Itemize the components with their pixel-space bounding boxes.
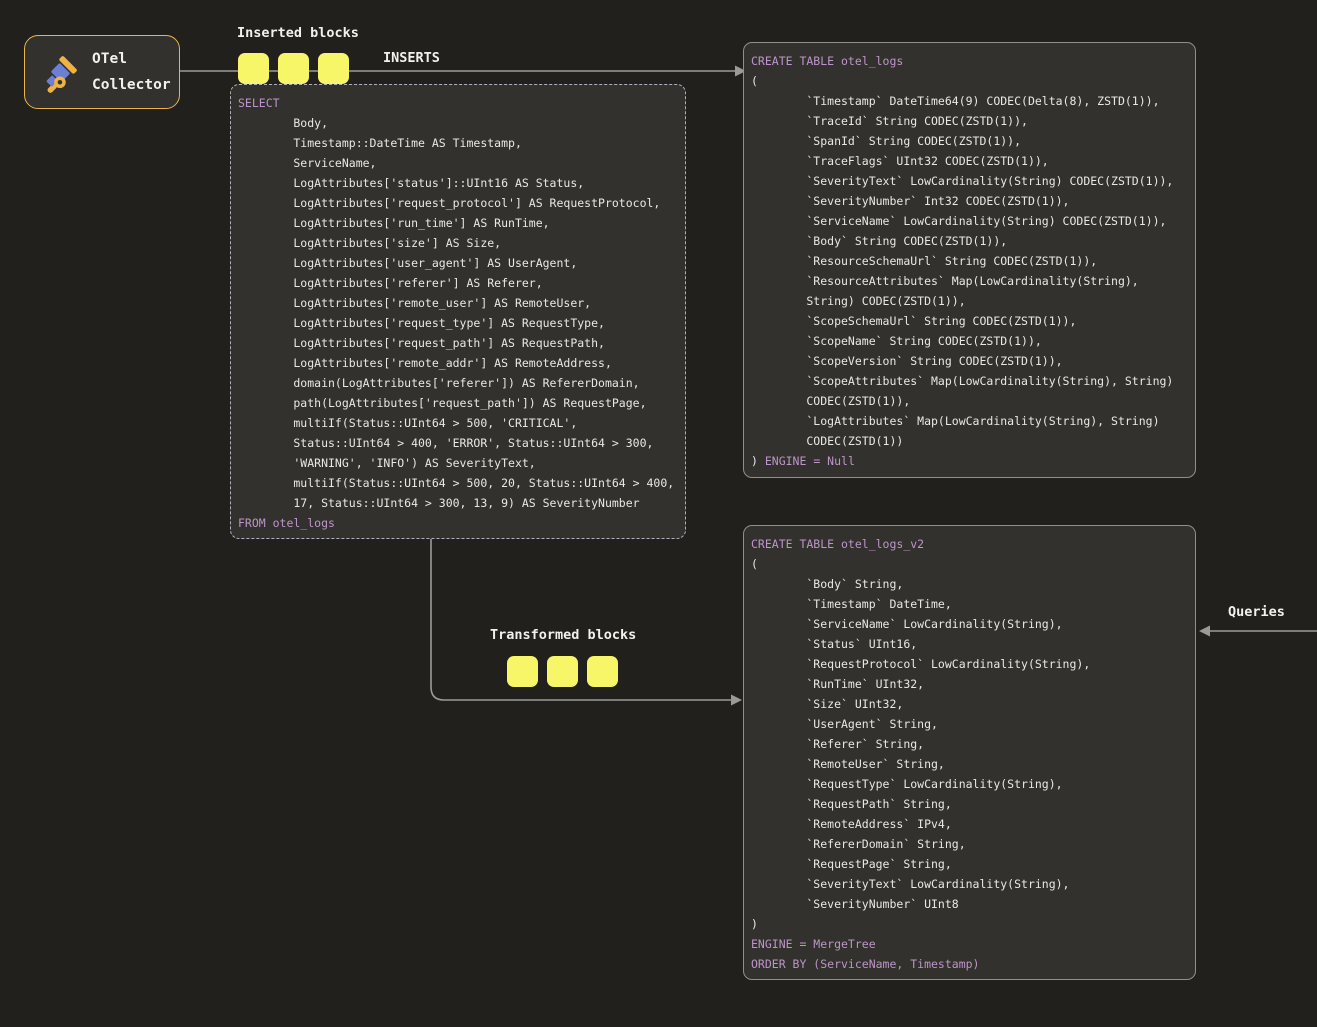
code-line: LogAttributes['status']::UInt16 AS Statu… bbox=[238, 173, 677, 193]
code-line: ( bbox=[751, 71, 1187, 91]
code-line: LogAttributes['request_path'] AS Request… bbox=[238, 333, 677, 353]
code-line: domain(LogAttributes['referer']) AS Refe… bbox=[238, 373, 677, 393]
data-block bbox=[587, 656, 618, 687]
code-line: `SpanId` String CODEC(ZSTD(1)), bbox=[751, 131, 1187, 151]
code-line: CODEC(ZSTD(1)) bbox=[751, 431, 1187, 451]
code-line: `Body` String CODEC(ZSTD(1)), bbox=[751, 231, 1187, 251]
code-line: multiIf(Status::UInt64 > 500, 20, Status… bbox=[238, 473, 677, 493]
code-line: ) bbox=[751, 914, 1187, 934]
code-line: FROM otel_logs bbox=[238, 513, 677, 533]
data-block bbox=[318, 53, 349, 84]
code-line: ENGINE = MergeTree bbox=[751, 934, 1187, 954]
data-block bbox=[278, 53, 309, 84]
code-line: Body, bbox=[238, 113, 677, 133]
code-line: `Timestamp` DateTime64(9) CODEC(Delta(8)… bbox=[751, 91, 1187, 111]
code-line: LogAttributes['remote_addr'] AS RemoteAd… bbox=[238, 353, 677, 373]
code-line: `TraceId` String CODEC(ZSTD(1)), bbox=[751, 111, 1187, 131]
code-line: `ServiceName` LowCardinality(String), bbox=[751, 614, 1187, 634]
transform-arrowhead bbox=[731, 695, 742, 706]
create-table-otel-logs-v2-box: CREATE TABLE otel_logs_v2( `Body` String… bbox=[743, 525, 1196, 980]
diagram-canvas: OTel Collector Inserted blocks INSERTS S… bbox=[0, 0, 1317, 1027]
otel-collector-label-line2: Collector bbox=[92, 72, 171, 98]
code-line: `Status` UInt16, bbox=[751, 634, 1187, 654]
otel-collector-label: OTel Collector bbox=[92, 46, 171, 98]
code-line: `SeverityText` LowCardinality(String), bbox=[751, 874, 1187, 894]
code-line: CREATE TABLE otel_logs_v2 bbox=[751, 534, 1187, 554]
code-line: `Body` String, bbox=[751, 574, 1187, 594]
code-line: `RunTime` UInt32, bbox=[751, 674, 1187, 694]
code-line: 17, Status::UInt64 > 300, 13, 9) AS Seve… bbox=[238, 493, 677, 513]
telescope-icon bbox=[36, 47, 86, 97]
code-line: LogAttributes['user_agent'] AS UserAgent… bbox=[238, 253, 677, 273]
code-line: `ScopeAttributes` Map(LowCardinality(Str… bbox=[751, 371, 1187, 391]
queries-arrowhead bbox=[1199, 626, 1210, 637]
code-line: path(LogAttributes['request_path']) AS R… bbox=[238, 393, 677, 413]
transformed-blocks-label: Transformed blocks bbox=[490, 627, 636, 643]
code-line: LogAttributes['referer'] AS Referer, bbox=[238, 273, 677, 293]
otel-collector-node: OTel Collector bbox=[24, 35, 180, 109]
code-line: `ResourceSchemaUrl` String CODEC(ZSTD(1)… bbox=[751, 251, 1187, 271]
code-line: String) CODEC(ZSTD(1)), bbox=[751, 291, 1187, 311]
select-query-box: SELECT Body, Timestamp::DateTime AS Time… bbox=[230, 84, 686, 539]
code-line: ServiceName, bbox=[238, 153, 677, 173]
code-line: ORDER BY (ServiceName, Timestamp) bbox=[751, 954, 1187, 974]
queries-label: Queries bbox=[1228, 604, 1285, 620]
code-line: SELECT bbox=[238, 93, 677, 113]
code-line: Timestamp::DateTime AS Timestamp, bbox=[238, 133, 677, 153]
code-line: 'WARNING', 'INFO') AS SeverityText, bbox=[238, 453, 677, 473]
code-line: `RequestProtocol` LowCardinality(String)… bbox=[751, 654, 1187, 674]
code-line: `Size` UInt32, bbox=[751, 694, 1187, 714]
code-line: `RequestPage` String, bbox=[751, 854, 1187, 874]
inserted-blocks-label: Inserted blocks bbox=[237, 25, 359, 41]
code-line: `UserAgent` String, bbox=[751, 714, 1187, 734]
data-block bbox=[507, 656, 538, 687]
code-line: `SeverityText` LowCardinality(String) CO… bbox=[751, 171, 1187, 191]
code-line: CREATE TABLE otel_logs bbox=[751, 51, 1187, 71]
code-line: `ResourceAttributes` Map(LowCardinality(… bbox=[751, 271, 1187, 291]
code-line: LogAttributes['request_protocol'] AS Req… bbox=[238, 193, 677, 213]
code-line: `TraceFlags` UInt32 CODEC(ZSTD(1)), bbox=[751, 151, 1187, 171]
create-table-otel-logs-box: CREATE TABLE otel_logs( `Timestamp` Date… bbox=[743, 42, 1196, 478]
code-line: CODEC(ZSTD(1)), bbox=[751, 391, 1187, 411]
code-line: `LogAttributes` Map(LowCardinality(Strin… bbox=[751, 411, 1187, 431]
code-line: ( bbox=[751, 554, 1187, 574]
code-line: `RemoteAddress` IPv4, bbox=[751, 814, 1187, 834]
code-line: multiIf(Status::UInt64 > 500, 'CRITICAL'… bbox=[238, 413, 677, 433]
code-line: `ServiceName` LowCardinality(String) COD… bbox=[751, 211, 1187, 231]
transformed-blocks bbox=[507, 656, 618, 687]
code-line: LogAttributes['remote_user'] AS RemoteUs… bbox=[238, 293, 677, 313]
code-line: `SeverityNumber` Int32 CODEC(ZSTD(1)), bbox=[751, 191, 1187, 211]
code-line: `RemoteUser` String, bbox=[751, 754, 1187, 774]
inserts-label: INSERTS bbox=[383, 50, 440, 66]
code-line: `RequestType` LowCardinality(String), bbox=[751, 774, 1187, 794]
code-line: `ScopeVersion` String CODEC(ZSTD(1)), bbox=[751, 351, 1187, 371]
code-line: LogAttributes['run_time'] AS RunTime, bbox=[238, 213, 677, 233]
data-block bbox=[547, 656, 578, 687]
code-line: Status::UInt64 > 400, 'ERROR', Status::U… bbox=[238, 433, 677, 453]
code-line: LogAttributes['request_type'] AS Request… bbox=[238, 313, 677, 333]
otel-collector-label-line1: OTel bbox=[92, 46, 171, 72]
code-line: LogAttributes['size'] AS Size, bbox=[238, 233, 677, 253]
code-line: `SeverityNumber` UInt8 bbox=[751, 894, 1187, 914]
inserted-blocks bbox=[238, 53, 349, 84]
code-line: `ScopeName` String CODEC(ZSTD(1)), bbox=[751, 331, 1187, 351]
code-line: `RefererDomain` String, bbox=[751, 834, 1187, 854]
code-line: `RequestPath` String, bbox=[751, 794, 1187, 814]
code-line: `Referer` String, bbox=[751, 734, 1187, 754]
code-line: `Timestamp` DateTime, bbox=[751, 594, 1187, 614]
code-line: `ScopeSchemaUrl` String CODEC(ZSTD(1)), bbox=[751, 311, 1187, 331]
data-block bbox=[238, 53, 269, 84]
code-line: ) ENGINE = Null bbox=[751, 451, 1187, 471]
